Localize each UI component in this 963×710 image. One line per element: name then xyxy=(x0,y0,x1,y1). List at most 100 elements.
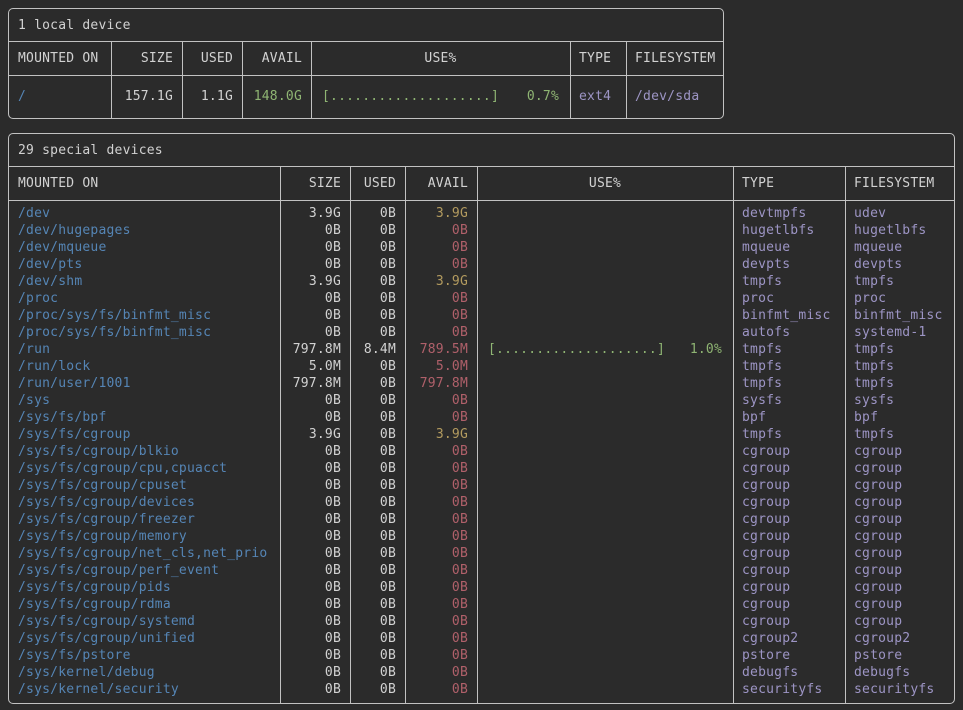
mount-point-cell: /sys/fs/cgroup/unified xyxy=(9,630,280,647)
table-row: /dev/pts0B0B0Bdevptsdevpts xyxy=(9,256,954,273)
used-cell: 0B xyxy=(350,477,405,494)
table-row: /sys/fs/cgroup/devices0B0B0Bcgroupcgroup xyxy=(9,494,954,511)
type-cell: debugfs xyxy=(733,664,845,681)
mount-point-cell: /sys/fs/cgroup/net_cls,net_prio xyxy=(9,545,280,562)
table-row: /sys/fs/cgroup/cpuset0B0B0Bcgroupcgroup xyxy=(9,477,954,494)
mount-point-cell: /sys/fs/bpf xyxy=(9,409,280,426)
usage-cell xyxy=(477,494,733,511)
table-row: /sys/fs/cgroup/systemd0B0B0Bcgroupcgroup xyxy=(9,613,954,630)
size-cell: 0B xyxy=(280,256,350,273)
used-cell: 0B xyxy=(350,681,405,698)
size-cell: 0B xyxy=(280,392,350,409)
table-row: /sys/fs/cgroup/net_cls,net_prio0B0B0Bcgr… xyxy=(9,545,954,562)
avail-cell: 0B xyxy=(405,477,477,494)
special-devices-table: 29 special devices MOUNTED ONSIZEUSEDAVA… xyxy=(8,133,955,704)
avail-cell: 789.5M xyxy=(405,341,477,358)
avail-cell: 0B xyxy=(405,324,477,341)
local-devices-table: 1 local device MOUNTED ONSIZEUSEDAVAILUS… xyxy=(8,8,724,119)
filesystem-cell: tmpfs xyxy=(845,358,956,375)
avail-cell: 5.0M xyxy=(405,358,477,375)
used-cell: 0B xyxy=(350,375,405,392)
type-cell: mqueue xyxy=(733,239,845,256)
size-cell: 0B xyxy=(280,290,350,307)
avail-cell: 0B xyxy=(405,460,477,477)
local-table-title: 1 local device xyxy=(9,9,723,42)
usage-cell xyxy=(477,290,733,307)
column-header-use: USE% xyxy=(311,42,570,75)
size-cell: 0B xyxy=(280,324,350,341)
column-header-use: USE% xyxy=(477,167,733,200)
avail-cell: 0B xyxy=(405,579,477,596)
column-header-filesystem: FILESYSTEM xyxy=(845,167,956,200)
mount-point-cell: /sys/kernel/security xyxy=(9,681,280,698)
mount-point-cell: /sys/fs/cgroup/blkio xyxy=(9,443,280,460)
mount-point-cell: /sys/fs/pstore xyxy=(9,647,280,664)
type-cell: devpts xyxy=(733,256,845,273)
usage-cell xyxy=(477,664,733,681)
mount-point-cell: /proc xyxy=(9,290,280,307)
avail-cell: 0B xyxy=(405,307,477,324)
table-row: /dev/shm3.9G0B3.9Gtmpfstmpfs xyxy=(9,273,954,290)
used-cell: 0B xyxy=(350,562,405,579)
size-cell: 0B xyxy=(280,460,350,477)
column-header-used: USED xyxy=(350,167,405,200)
type-cell: ext4 xyxy=(570,80,626,113)
special-table-header-row: MOUNTED ONSIZEUSEDAVAILUSE%TYPEFILESYSTE… xyxy=(9,167,954,201)
avail-cell: 0B xyxy=(405,392,477,409)
table-row: /dev/hugepages0B0B0Bhugetlbfshugetlbfs xyxy=(9,222,954,239)
usage-cell xyxy=(477,307,733,324)
table-row: /proc/sys/fs/binfmt_misc0B0B0Bbinfmt_mis… xyxy=(9,307,954,324)
type-cell: tmpfs xyxy=(733,358,845,375)
filesystem-cell: tmpfs xyxy=(845,375,956,392)
usage-cell xyxy=(477,375,733,392)
table-row: /sys/fs/pstore0B0B0Bpstorepstore xyxy=(9,647,954,664)
mount-point-cell: /sys/fs/cgroup/rdma xyxy=(9,596,280,613)
type-cell: cgroup xyxy=(733,579,845,596)
column-header-mountedon: MOUNTED ON xyxy=(9,42,111,75)
column-header-size: SIZE xyxy=(111,42,182,75)
table-row: /sys/kernel/security0B0B0Bsecurityfssecu… xyxy=(9,681,954,698)
size-cell: 0B xyxy=(280,613,350,630)
usage-cell xyxy=(477,358,733,375)
column-header-size: SIZE xyxy=(280,167,350,200)
filesystem-cell: sysfs xyxy=(845,392,956,409)
size-cell: 0B xyxy=(280,596,350,613)
type-cell: cgroup xyxy=(733,494,845,511)
type-cell: cgroup xyxy=(733,528,845,545)
table-row: /sys/kernel/debug0B0B0Bdebugfsdebugfs xyxy=(9,664,954,681)
type-cell: binfmt_misc xyxy=(733,307,845,324)
used-cell: 0B xyxy=(350,307,405,324)
mount-point-cell: /run/user/1001 xyxy=(9,375,280,392)
mount-point-cell: /dev/mqueue xyxy=(9,239,280,256)
filesystem-cell: proc xyxy=(845,290,956,307)
used-cell: 0B xyxy=(350,273,405,290)
table-row: /sys/fs/cgroup/blkio0B0B0Bcgroupcgroup xyxy=(9,443,954,460)
filesystem-cell: cgroup xyxy=(845,545,956,562)
used-cell: 0B xyxy=(350,511,405,528)
used-cell: 8.4M xyxy=(350,341,405,358)
usage-cell xyxy=(477,630,733,647)
mount-point-cell: / xyxy=(9,80,111,113)
used-cell: 0B xyxy=(350,324,405,341)
filesystem-cell: cgroup xyxy=(845,596,956,613)
table-row: /sys0B0B0Bsysfssysfs xyxy=(9,392,954,409)
filesystem-cell: cgroup xyxy=(845,477,956,494)
size-cell: 0B xyxy=(280,545,350,562)
filesystem-cell: /dev/sda xyxy=(626,80,725,113)
avail-cell: 148.0G xyxy=(242,80,311,113)
table-row: /dev/mqueue0B0B0Bmqueuemqueue xyxy=(9,239,954,256)
table-row: /157.1G1.1G148.0G[....................]0… xyxy=(9,80,723,113)
size-cell: 5.0M xyxy=(280,358,350,375)
table-row: /sys/fs/cgroup/cpu,cpuacct0B0B0Bcgroupcg… xyxy=(9,460,954,477)
table-row: /proc0B0B0Bprocproc xyxy=(9,290,954,307)
avail-cell: 0B xyxy=(405,256,477,273)
size-cell: 0B xyxy=(280,528,350,545)
used-cell: 0B xyxy=(350,205,405,222)
mount-point-cell: /dev/hugepages xyxy=(9,222,280,239)
avail-cell: 0B xyxy=(405,494,477,511)
used-cell: 0B xyxy=(350,613,405,630)
usage-cell xyxy=(477,222,733,239)
size-cell: 0B xyxy=(280,477,350,494)
avail-cell: 0B xyxy=(405,528,477,545)
used-cell: 0B xyxy=(350,494,405,511)
